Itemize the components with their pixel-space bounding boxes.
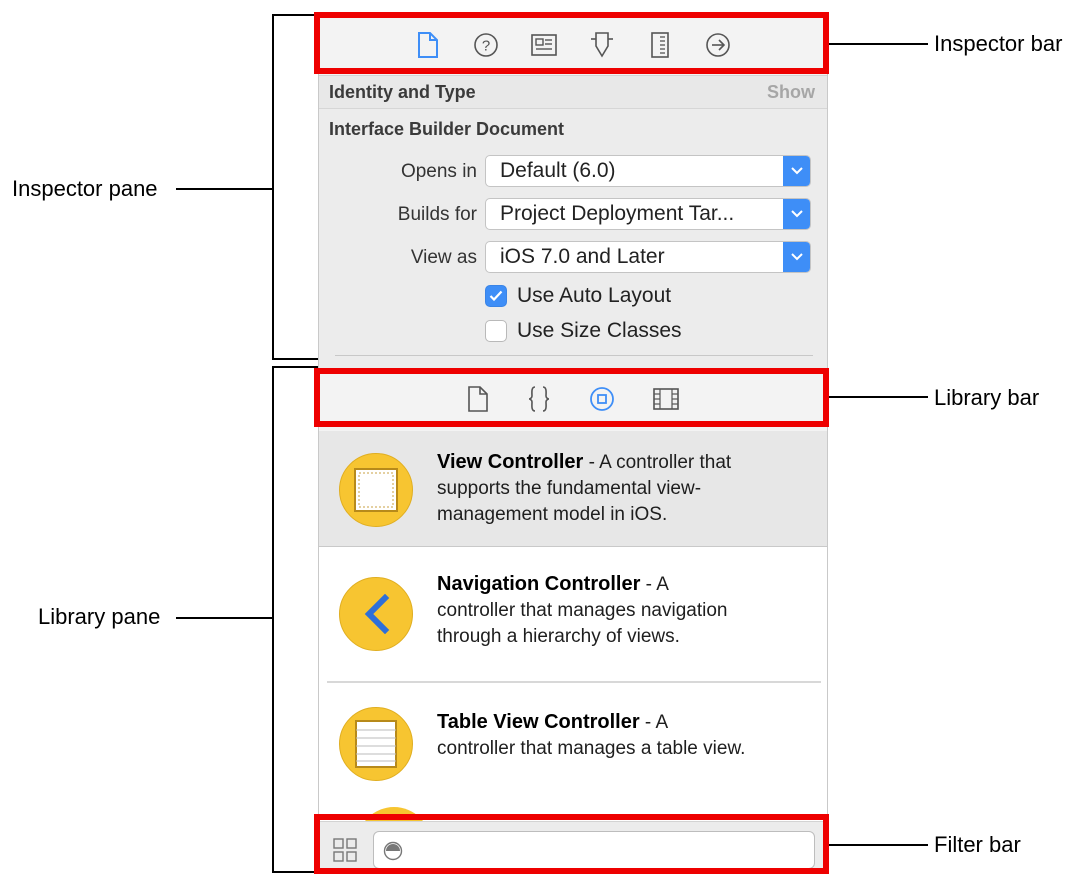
inspector-pane-bracket xyxy=(272,14,274,360)
library-pane-leader xyxy=(176,617,274,619)
show-button[interactable]: Show xyxy=(767,82,815,103)
use-auto-layout-label: Use Auto Layout xyxy=(517,284,672,307)
use-auto-layout-checkbox[interactable] xyxy=(485,285,507,307)
library-item-desc-line: controller that manages a table view. xyxy=(437,738,746,759)
filter-bar-highlight xyxy=(314,814,829,874)
chevron-down-icon xyxy=(783,199,810,229)
library-item-description: View Controller - A controller that supp… xyxy=(437,449,817,528)
library-pane-bracket-bottom xyxy=(272,871,318,873)
utilities-panel: ? Identity and Type Show Interface Build… xyxy=(318,14,828,873)
builds-for-label: Builds for xyxy=(397,204,477,225)
inspector-bar-annotation: Inspector bar xyxy=(934,31,1063,56)
use-size-classes-label: Use Size Classes xyxy=(517,319,682,342)
library-pane-annotation: Library pane xyxy=(38,604,161,629)
library-item-desc-line: management model in iOS. xyxy=(437,504,668,525)
library-item-name: View Controller xyxy=(437,451,584,473)
chevron-down-icon xyxy=(783,156,810,186)
inspector-pane-bracket-top xyxy=(272,14,318,16)
table-view-controller-icon xyxy=(339,707,413,781)
library-item-desc-line: supports the fundamental view- xyxy=(437,478,702,499)
library-bar-highlight xyxy=(314,368,829,427)
library-bar-annotation: Library bar xyxy=(934,385,1040,410)
inspector-bar-highlight xyxy=(314,12,829,74)
library-item-desc-line: controller that manages navigation xyxy=(437,600,728,621)
inspector-pane-leader xyxy=(176,188,274,190)
use-auto-layout-row[interactable]: Use Auto Layout xyxy=(485,283,671,309)
library-item-view-controller[interactable]: View Controller - A controller that supp… xyxy=(319,431,827,547)
library-item-desc-line: - A xyxy=(639,712,669,733)
filter-bar-leader xyxy=(828,844,928,846)
builds-for-popup[interactable]: Project Deployment Tar... xyxy=(485,198,811,230)
library-pane-bracket xyxy=(272,366,274,873)
view-as-value: iOS 7.0 and Later xyxy=(500,245,665,268)
inspector-pane-bracket-bottom xyxy=(272,358,318,360)
library-item-name: Table View Controller xyxy=(437,711,640,733)
navigation-controller-icon xyxy=(339,577,413,651)
section-divider xyxy=(335,355,813,356)
library-pane-bracket-top xyxy=(272,366,318,368)
inspector-bar-leader xyxy=(828,43,928,45)
opens-in-popup[interactable]: Default (6.0) xyxy=(485,155,811,187)
section-title: Identity and Type xyxy=(329,82,476,102)
library-item-table-view-controller[interactable]: Table View Controller - A controller tha… xyxy=(319,685,827,809)
use-size-classes-checkbox[interactable] xyxy=(485,320,507,342)
library-item-name: Navigation Controller xyxy=(437,573,641,595)
builds-for-value: Project Deployment Tar... xyxy=(500,202,735,225)
inspector-pane-annotation: Inspector pane xyxy=(12,176,158,201)
view-controller-icon xyxy=(339,453,413,527)
library-item-desc-line: - A xyxy=(640,574,669,595)
library-item-desc-line: - A controller that xyxy=(583,452,732,473)
library-list: View Controller - A controller that supp… xyxy=(319,431,827,821)
identity-and-type-header: Identity and Type Show xyxy=(319,75,827,109)
library-item-description: Navigation Controller - A controller tha… xyxy=(437,571,817,650)
chevron-down-icon xyxy=(783,242,810,272)
library-bar-leader xyxy=(828,396,928,398)
filter-bar-annotation: Filter bar xyxy=(934,832,1021,857)
ib-document-title: Interface Builder Document xyxy=(329,119,565,139)
item-separator xyxy=(327,681,821,683)
library-item-navigation-controller[interactable]: Navigation Controller - A controller tha… xyxy=(319,547,827,683)
library-item-description: Table View Controller - A controller tha… xyxy=(437,709,817,762)
opens-in-label: Opens in xyxy=(400,161,477,182)
library-item-desc-line: through a hierarchy of views. xyxy=(437,626,680,647)
view-as-popup[interactable]: iOS 7.0 and Later xyxy=(485,241,811,273)
view-as-label: View as xyxy=(410,247,477,268)
opens-in-value: Default (6.0) xyxy=(500,159,616,182)
use-size-classes-row[interactable]: Use Size Classes xyxy=(485,318,682,344)
